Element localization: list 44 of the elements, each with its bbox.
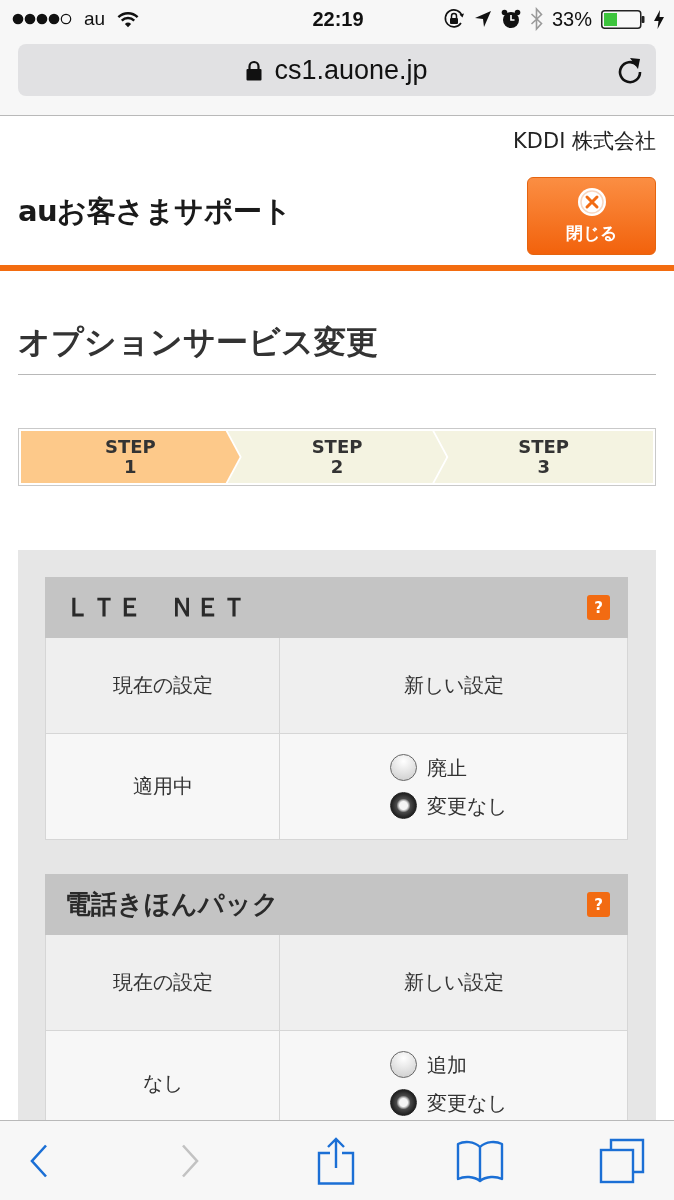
step-label: STEP	[518, 437, 570, 457]
column-header: 現在の設定	[46, 638, 279, 733]
alarm-clock-icon	[500, 9, 521, 29]
wifi-icon	[117, 10, 140, 28]
page-title: オプションサービス変更	[18, 322, 379, 362]
radio-icon[interactable]	[390, 792, 417, 819]
reload-icon[interactable]	[617, 56, 643, 84]
radio-option[interactable]: 変更なし	[390, 792, 507, 819]
company-name: KDDI 株式会社	[513, 128, 656, 154]
step-label: STEP	[311, 437, 363, 457]
signal-strength-icon	[12, 13, 72, 25]
clock-time: 22:19	[312, 7, 364, 31]
radio-option[interactable]: 変更なし	[390, 1089, 507, 1116]
radio-icon[interactable]	[390, 1051, 417, 1078]
battery-percentage: 33%	[551, 7, 592, 31]
section-title: 電話きほんパック	[65, 888, 279, 921]
charging-bolt-icon	[654, 9, 664, 29]
address-field[interactable]: cs1.auone.jp	[18, 44, 656, 96]
column-header: 新しい設定	[280, 935, 627, 1030]
close-icon	[576, 187, 607, 217]
carrier-name: au	[84, 8, 106, 30]
step-label: STEP	[104, 437, 156, 457]
radio-option[interactable]: 廃止	[390, 754, 507, 781]
battery-icon	[601, 9, 645, 29]
location-arrow-icon	[473, 10, 492, 28]
share-icon[interactable]	[317, 1136, 355, 1185]
column-header: 現在の設定	[46, 935, 279, 1030]
table-cell: 適用中	[46, 734, 279, 839]
step-number: 1	[124, 457, 137, 477]
lock-icon	[246, 59, 263, 81]
book-icon[interactable]	[456, 1138, 504, 1183]
rotation-lock-icon	[442, 8, 465, 30]
back-icon[interactable]	[30, 1143, 48, 1178]
step-number: 2	[330, 457, 344, 477]
radio-icon[interactable]	[390, 754, 417, 781]
column-header: 新しい設定	[280, 638, 627, 733]
step-number: 3	[537, 457, 550, 477]
table-cell: なし	[46, 1031, 279, 1120]
section-title: ＬＴＥ ＮＥＴ	[65, 591, 247, 624]
tabs-icon[interactable]	[599, 1137, 645, 1184]
bluetooth-icon	[529, 7, 543, 31]
radio-option[interactable]: 追加	[390, 1051, 507, 1078]
site-logo[interactable]: auお客さまサポート	[18, 192, 292, 232]
radio-icon[interactable]	[390, 1089, 417, 1116]
